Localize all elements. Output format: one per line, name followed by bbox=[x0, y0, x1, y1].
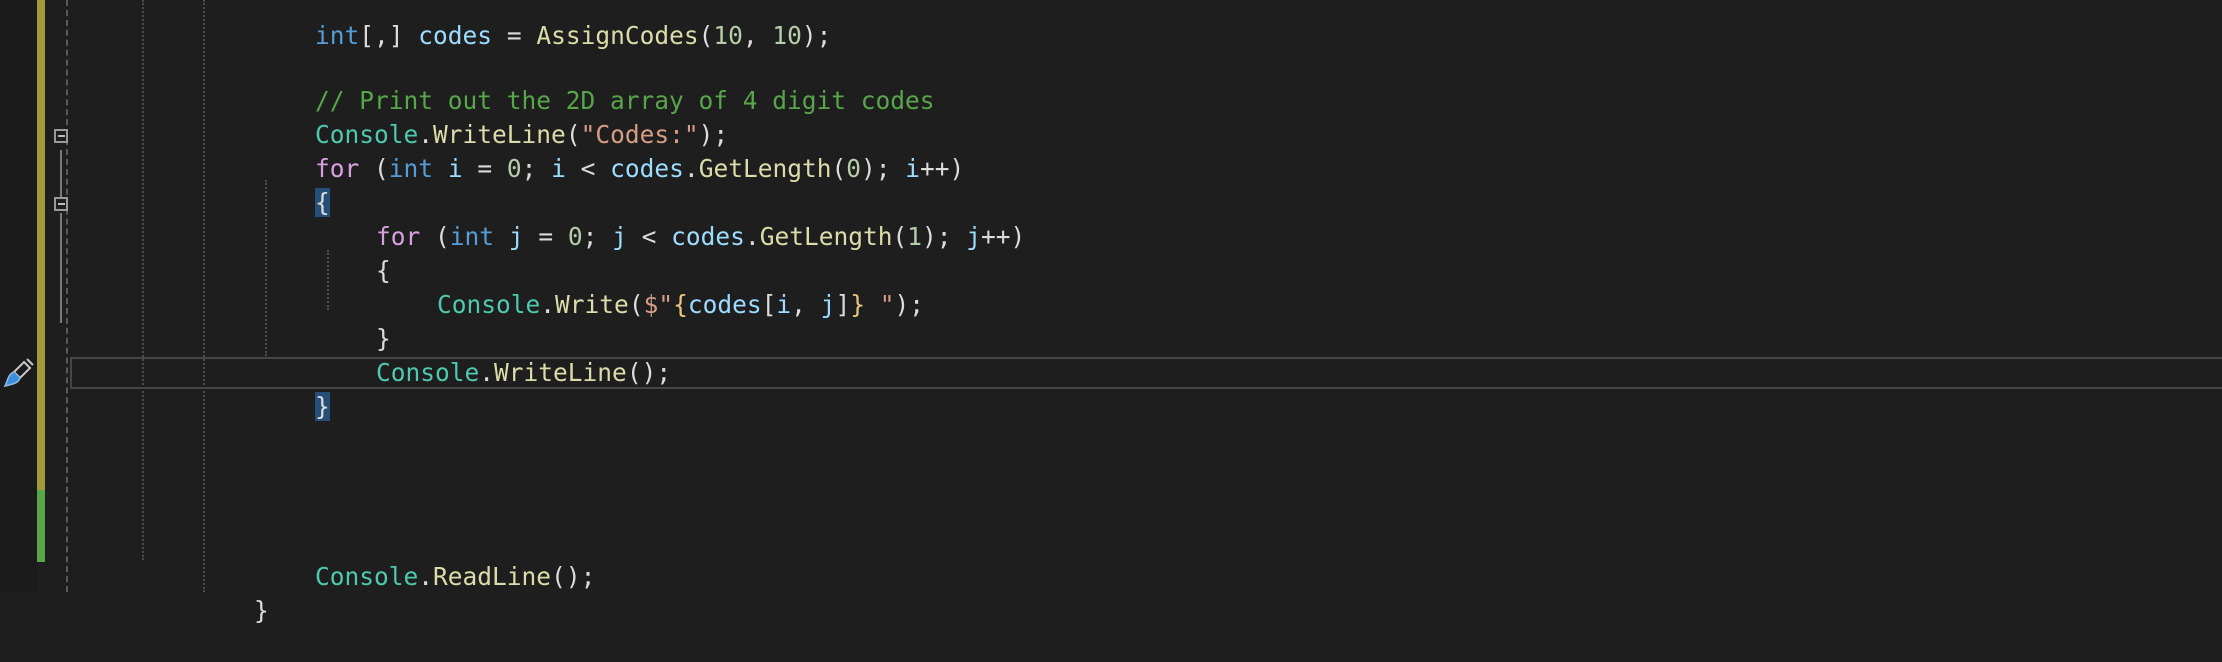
variable-token: j bbox=[820, 290, 836, 319]
code-line[interactable]: { bbox=[256, 152, 330, 217]
punctuation: = bbox=[462, 154, 507, 183]
punctuation bbox=[494, 222, 509, 251]
method-token: Write bbox=[555, 290, 629, 319]
punctuation: (); bbox=[551, 562, 596, 591]
punctuation: . bbox=[744, 222, 760, 251]
number-token: 10 bbox=[772, 21, 802, 50]
string-token: " bbox=[864, 290, 895, 319]
code-line[interactable]: for (int i = 0; i < codes.GetLength(0); … bbox=[256, 118, 964, 183]
code-line[interactable]: int[,] codes = AssignCodes(10, 10); bbox=[256, 0, 831, 50]
number-token: 0 bbox=[846, 154, 861, 183]
fold-connector bbox=[60, 213, 62, 323]
punctuation bbox=[433, 154, 448, 183]
indent-guide bbox=[142, 0, 144, 560]
code-line[interactable]: Console.WriteLine("Codes:"); bbox=[256, 84, 728, 149]
punctuation: ( bbox=[420, 222, 450, 251]
punctuation: ( bbox=[359, 154, 389, 183]
keyword-token: int bbox=[315, 21, 360, 50]
interpolation-brace: { bbox=[673, 290, 688, 319]
class-token: Console bbox=[437, 290, 541, 319]
method-token: GetLength bbox=[698, 154, 832, 183]
number-token: 0 bbox=[506, 154, 522, 183]
variable-token: i bbox=[551, 154, 566, 183]
variable-token: codes bbox=[671, 222, 745, 251]
keyword-token: int bbox=[449, 222, 495, 251]
class-token: Console bbox=[376, 358, 480, 387]
punctuation: . bbox=[540, 290, 556, 319]
code-editor[interactable]: int[,] codes = AssignCodes(10, 10); // P… bbox=[0, 0, 2222, 625]
punctuation: , bbox=[742, 21, 773, 50]
punctuation: . bbox=[418, 562, 434, 591]
punctuation: ); bbox=[922, 222, 967, 251]
number-token: 0 bbox=[567, 222, 583, 251]
interpolation-brace: } bbox=[850, 290, 865, 319]
punctuation: ); bbox=[894, 290, 924, 319]
code-line[interactable]: Console.ReadLine(); bbox=[256, 526, 595, 591]
code-line[interactable]: } bbox=[317, 288, 391, 353]
punctuation: = bbox=[523, 222, 568, 251]
punctuation: < bbox=[626, 222, 672, 251]
variable-token: codes bbox=[418, 21, 493, 50]
indent-guide bbox=[203, 0, 205, 592]
punctuation: , bbox=[791, 290, 821, 319]
punctuation: ( bbox=[831, 154, 847, 183]
punctuation: ++) bbox=[981, 222, 1026, 251]
punctuation: . bbox=[683, 154, 699, 183]
number-token: 10 bbox=[713, 21, 743, 50]
variable-token: i bbox=[776, 290, 792, 319]
punctuation: ( bbox=[698, 21, 714, 50]
code-line[interactable]: } bbox=[256, 356, 330, 421]
string-token: $" bbox=[643, 290, 674, 319]
keyword-token: int bbox=[388, 154, 434, 183]
variable-token: codes bbox=[610, 154, 684, 183]
punctuation: = bbox=[492, 21, 537, 50]
glyph-margin bbox=[0, 0, 38, 592]
variable-token: j bbox=[508, 222, 524, 251]
punctuation: ( bbox=[892, 222, 908, 251]
variable-token: codes bbox=[687, 290, 762, 319]
fold-connector bbox=[60, 150, 62, 200]
collapse-minus-icon[interactable] bbox=[54, 197, 68, 211]
variable-token: j bbox=[966, 222, 982, 251]
number-token: 1 bbox=[907, 222, 922, 251]
punctuation: [ bbox=[761, 290, 777, 319]
punctuation: ( bbox=[628, 290, 644, 319]
outlining-margin-line bbox=[66, 0, 68, 592]
code-line[interactable]: // Print out the 2D array of 4 digit cod… bbox=[256, 50, 935, 115]
change-bar-saved bbox=[37, 490, 45, 562]
brace: } bbox=[254, 596, 269, 625]
punctuation: ; bbox=[582, 222, 613, 251]
class-token: Console bbox=[315, 562, 419, 591]
code-line[interactable]: { bbox=[317, 220, 391, 285]
punctuation: [,] bbox=[359, 21, 419, 50]
method-token: AssignCodes bbox=[536, 21, 699, 50]
method-token: GetLength bbox=[759, 222, 893, 251]
punctuation: ] bbox=[835, 290, 851, 319]
change-bar-unsaved bbox=[37, 0, 45, 490]
variable-token: j bbox=[612, 222, 627, 251]
punctuation: (); bbox=[626, 358, 672, 387]
collapse-minus-icon[interactable] bbox=[54, 129, 68, 143]
punctuation: ; bbox=[521, 154, 552, 183]
punctuation: ); bbox=[801, 21, 832, 50]
code-line[interactable]: } bbox=[195, 560, 269, 625]
method-token: ReadLine bbox=[433, 562, 552, 591]
code-line[interactable]: Console.Write($"{codes[i, j]} "); bbox=[378, 254, 924, 319]
variable-token: i bbox=[447, 154, 463, 183]
punctuation: ++) bbox=[920, 154, 965, 183]
matched-brace: } bbox=[315, 392, 330, 421]
variable-token: i bbox=[905, 154, 921, 183]
punctuation: . bbox=[479, 358, 495, 387]
punctuation: ); bbox=[861, 154, 906, 183]
paintbrush-icon[interactable] bbox=[2, 356, 36, 390]
method-token: WriteLine bbox=[494, 358, 627, 387]
code-line[interactable]: Console.WriteLine(); bbox=[317, 322, 671, 387]
punctuation: < bbox=[565, 154, 611, 183]
code-line[interactable]: for (int j = 0; j < codes.GetLength(1); … bbox=[317, 186, 1025, 251]
